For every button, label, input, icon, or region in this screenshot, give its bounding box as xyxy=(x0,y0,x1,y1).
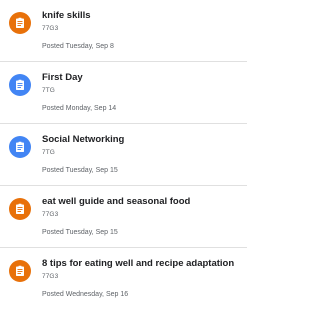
class-name: 7TG xyxy=(42,149,55,156)
assignment-title[interactable]: 8 tips for eating well and recipe adapta… xyxy=(42,258,243,270)
assignment-item[interactable]: Social Networking 7TG Posted Tuesday, Se… xyxy=(0,124,247,186)
assignment-item[interactable]: 8 tips for eating well and recipe adapta… xyxy=(0,248,247,310)
class-name: 77G3 xyxy=(42,211,59,218)
posted-date: Posted Monday, Sep 14 xyxy=(42,105,117,112)
assignment-icon xyxy=(9,136,31,158)
assignment-title[interactable]: eat well guide and seasonal food xyxy=(42,196,243,208)
posted-date: Posted Tuesday, Sep 15 xyxy=(42,167,118,174)
assignment-icon xyxy=(9,12,31,34)
posted-date: Posted Tuesday, Sep 15 xyxy=(42,229,118,236)
class-name: 7TG xyxy=(42,87,55,94)
assignment-icon xyxy=(9,260,31,282)
assignment-icon xyxy=(9,198,31,220)
assignment-item[interactable]: First Day 7TG Posted Monday, Sep 14 xyxy=(0,62,247,124)
posted-date: Posted Tuesday, Sep 8 xyxy=(42,43,114,50)
assignment-item[interactable]: eat well guide and seasonal food 77G3 Po… xyxy=(0,186,247,248)
assignment-stream: knife skills 77G3 Posted Tuesday, Sep 8 … xyxy=(0,0,247,310)
class-name: 77G3 xyxy=(42,273,59,280)
class-name: 77G3 xyxy=(42,25,59,32)
assignment-title[interactable]: First Day xyxy=(42,72,243,84)
posted-date: Posted Wednesday, Sep 16 xyxy=(42,291,129,298)
assignment-item[interactable]: knife skills 77G3 Posted Tuesday, Sep 8 xyxy=(0,0,247,62)
assignment-icon xyxy=(9,74,31,96)
assignment-title[interactable]: knife skills xyxy=(42,10,243,22)
assignment-title[interactable]: Social Networking xyxy=(42,134,243,146)
